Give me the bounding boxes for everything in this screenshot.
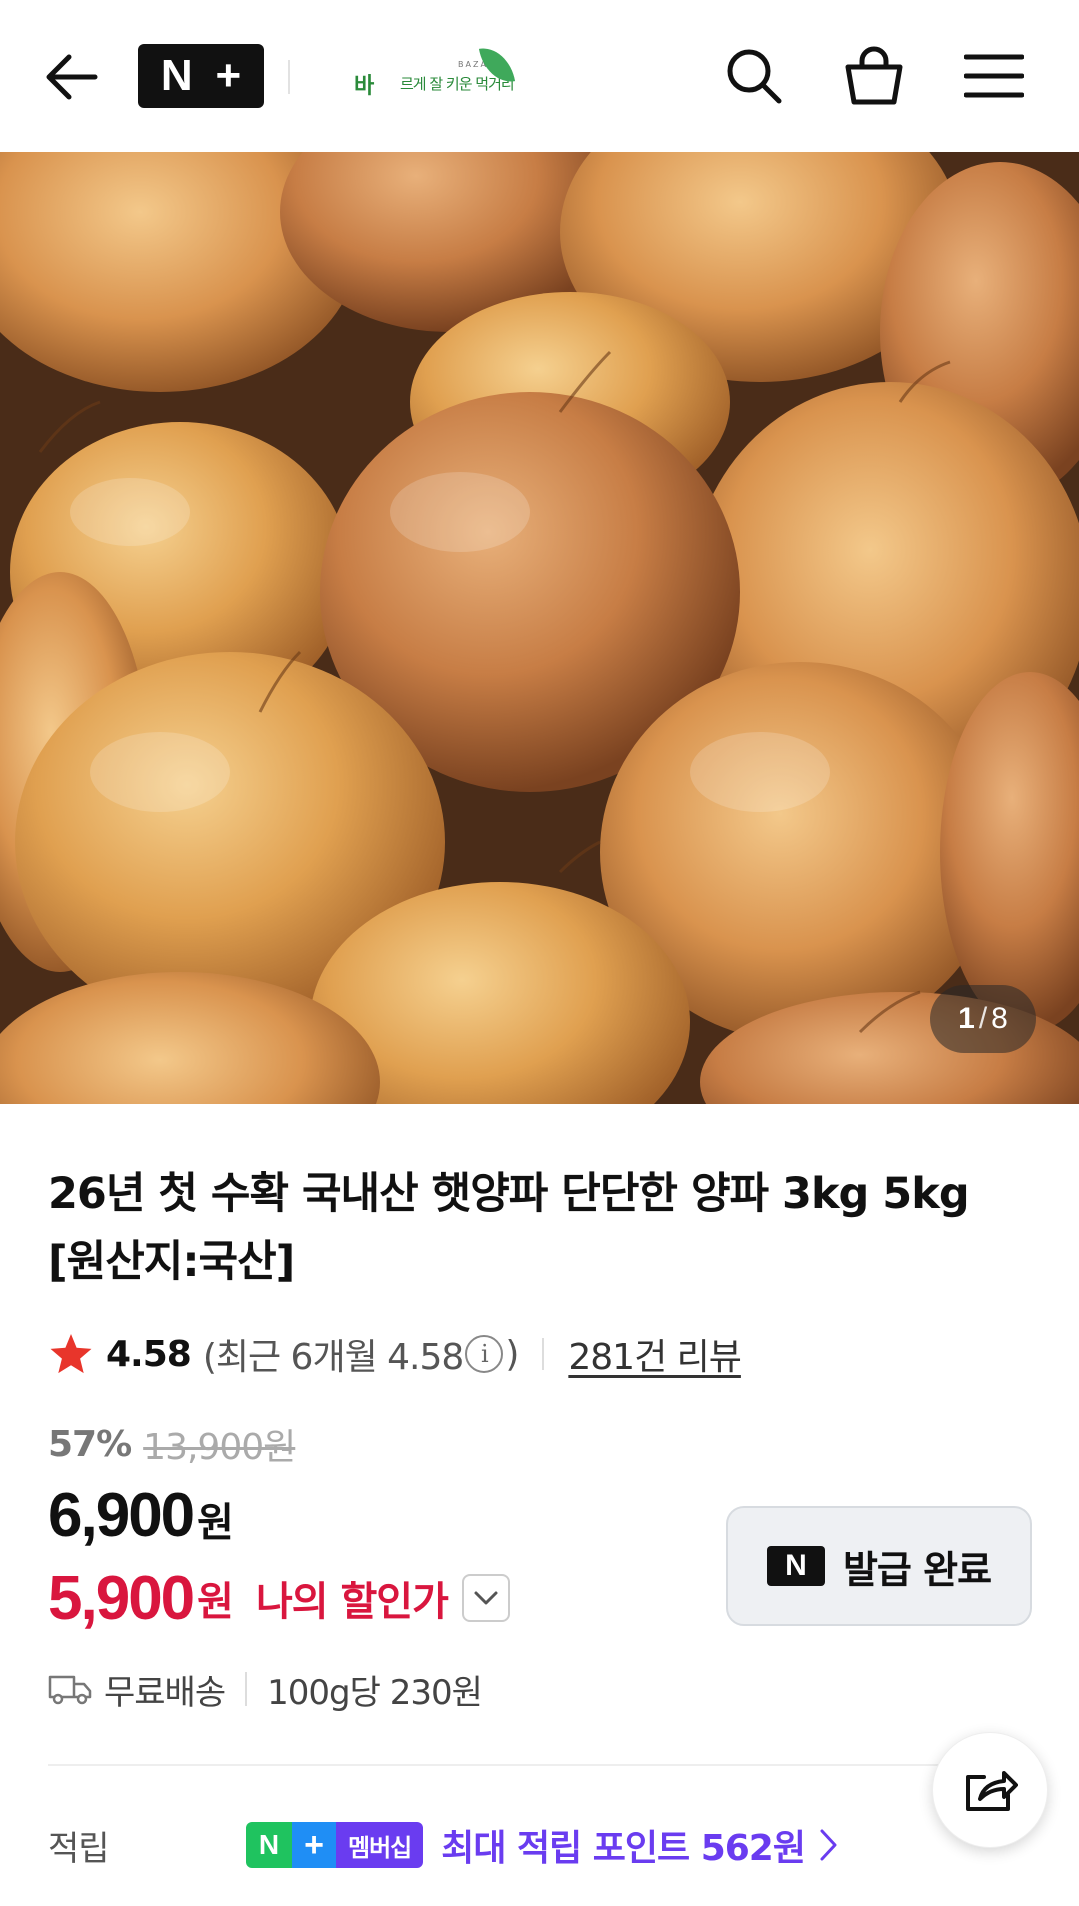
coupon-label: 발급 완료 <box>842 1547 992 1592</box>
my-discount-price-unit: 원 <box>197 1579 234 1625</box>
section-divider <box>48 1764 1031 1766</box>
original-price: 13,900원 <box>143 1427 296 1468</box>
my-discount-price-row[interactable]: 5,900 원 나의 할인가 <box>48 1558 510 1638</box>
membership-badge: N + 멤버십 <box>246 1822 424 1868</box>
review-link[interactable]: 281건 리뷰 <box>568 1328 742 1380</box>
share-icon <box>966 1771 1018 1811</box>
chevron-down-icon <box>474 1591 498 1605</box>
hamburger-menu-icon <box>964 54 1024 98</box>
naver-plus-store-logo[interactable]: N + <box>138 44 264 108</box>
shipping-info: 무료배송 <box>104 1672 226 1713</box>
price-row: 6,900 원 <box>48 1480 234 1560</box>
menu-button[interactable] <box>958 40 1030 112</box>
product-title: 26년 첫 수확 국내산 햇양파 단단한 양파 3kg 5kg [원산지:국산] <box>48 1169 970 1287</box>
sale-price-unit: 원 <box>197 1500 234 1546</box>
membership-plus: + <box>292 1822 336 1868</box>
top-app-bar: N + 바 르게 잘 키운 먹거리 BAZAR <box>0 0 1079 152</box>
truck-icon <box>48 1675 92 1705</box>
discount-row: 57% 13,900원 <box>48 1418 296 1470</box>
points-row[interactable]: 적립 N + 멤버십 최대 적립 포인트 562원 <box>48 1816 1038 1874</box>
recent-rating-suffix: ) <box>505 1333 519 1375</box>
search-icon <box>727 49 782 104</box>
naver-n-icon: N <box>766 1546 825 1586</box>
search-button[interactable] <box>718 40 790 112</box>
discount-rate: 57% <box>48 1423 132 1465</box>
my-discount-price-label: 나의 할인가 <box>255 1579 449 1625</box>
logo-n: N <box>160 51 193 100</box>
logo-divider <box>288 60 290 94</box>
points-label: 적립 <box>48 1828 110 1869</box>
unit-price: 100g당 230원 <box>267 1672 483 1713</box>
onions-photo <box>0 152 1079 1104</box>
coupon-issued-button[interactable]: N 발급 완료 <box>726 1506 1032 1626</box>
arrow-left-icon <box>46 54 98 100</box>
membership-n: N <box>246 1822 292 1868</box>
shipping-row: 무료배송 100g당 230원 <box>48 1662 483 1716</box>
back-button[interactable] <box>38 44 104 110</box>
product-image[interactable] <box>0 152 1079 1104</box>
rating-divider <box>542 1338 545 1370</box>
membership-text: 멤버십 <box>336 1822 424 1868</box>
sale-price: 6,900 <box>48 1481 195 1550</box>
store-logo-main: 바 <box>354 74 375 99</box>
image-counter-separator: / <box>978 1002 988 1035</box>
shipping-divider <box>245 1672 248 1706</box>
recent-rating-prefix: (최근 6개월 4.58 <box>202 1337 464 1378</box>
expand-price-button[interactable] <box>461 1574 510 1622</box>
chevron-right-icon <box>820 1829 837 1861</box>
cart-button[interactable] <box>838 40 910 112</box>
store-logo[interactable]: 바 르게 잘 키운 먹거리 BAZAR <box>354 43 524 106</box>
shopping-bag-icon <box>845 46 903 105</box>
rating-value: 4.58 <box>106 1333 192 1375</box>
image-counter-total: 8 <box>991 1002 1008 1035</box>
logo-plus: + <box>215 51 242 100</box>
share-button[interactable] <box>932 1732 1048 1848</box>
image-counter: 1 / 8 <box>930 985 1036 1053</box>
info-icon[interactable]: i <box>465 1335 504 1373</box>
rating-row: 4.58 (최근 6개월 4.58 i ) 281건 리뷰 <box>48 1326 742 1382</box>
max-points-text: 최대 적립 포인트 562원 <box>441 1828 806 1869</box>
image-counter-current: 1 <box>958 1002 975 1035</box>
star-icon <box>50 1334 92 1374</box>
my-discount-price: 5,900 <box>48 1563 195 1633</box>
